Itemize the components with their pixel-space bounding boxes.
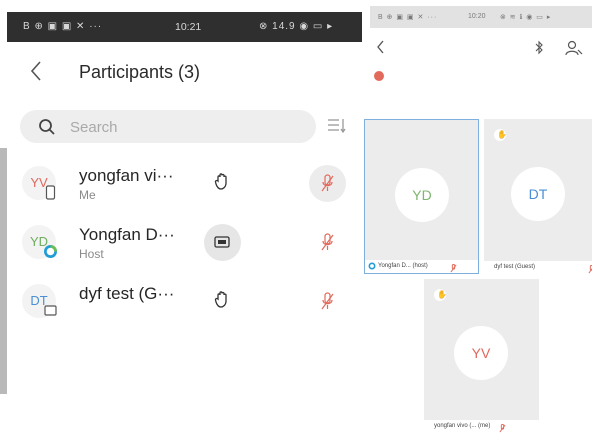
tile-name: yongfan vivo (... (me) [434, 423, 491, 429]
screenshot-stage: B ⊕ ▣ ▣ ✕ ··· 10:21 ⊗ 14.9 ◉ ▭ ▸ Partici… [0, 0, 592, 433]
recording-indicator-icon [374, 71, 384, 81]
status-bar: B ⊕ ▣ ▣ ✕ ··· 10:20 ⊗ ≋ ℹ ◉ ▭ ▸ [370, 6, 592, 28]
status-right-icons: ⊗ 14.9 ◉ ▭ ▸ [259, 21, 334, 32]
raised-hand-icon [214, 290, 230, 308]
page-title: Participants (3) [79, 62, 201, 82]
avatar: YD [395, 168, 449, 222]
webex-icon [43, 244, 58, 259]
raised-hand-icon: ✋ [494, 129, 507, 141]
bluetooth-icon[interactable] [534, 40, 544, 55]
screen-icon [43, 303, 58, 318]
participant-row[interactable]: YD Yongfan D··· Host [7, 212, 362, 272]
avatar: YV [454, 326, 508, 380]
background-edge [0, 148, 7, 394]
video-tile[interactable]: YD Yongfan D... (host) [364, 119, 479, 274]
search-input[interactable] [70, 117, 300, 137]
mic-muted-icon [321, 292, 334, 310]
tile-caption: yongfan vivo (... (me) [424, 420, 539, 433]
mic-muted-icon [450, 264, 457, 273]
status-left-icons: B ⊕ ▣ ▣ ✕ ··· [378, 14, 438, 21]
mute-toggle-button[interactable] [309, 165, 346, 202]
video-tile[interactable]: ✋ YV yongfan vivo (... (me) [424, 279, 539, 433]
mic-muted-icon [321, 233, 334, 251]
mic-muted-icon [499, 424, 506, 433]
status-right-icons: ⊗ ≋ ℹ ◉ ▭ ▸ [500, 14, 552, 21]
mic-muted-icon [321, 174, 334, 192]
search-bar[interactable] [20, 110, 316, 143]
raised-hand-icon: ✋ [434, 289, 447, 301]
search-icon [39, 119, 55, 135]
webex-icon [368, 262, 376, 270]
status-left-icons: B ⊕ ▣ ▣ ✕ ··· [23, 21, 103, 32]
participants-icon[interactable] [565, 40, 583, 56]
phone-icon [43, 185, 58, 200]
participant-name: Yongfan D··· [79, 225, 175, 244]
video-tile[interactable]: ✋ DT dyf test (Guest) [484, 119, 592, 274]
mute-toggle-button[interactable] [309, 224, 346, 261]
title-bar: Participants (3) [7, 42, 362, 100]
video-grid-screen: B ⊕ ▣ ▣ ✕ ··· 10:20 ⊗ ≋ ℹ ◉ ▭ ▸ YD Yongf… [362, 0, 592, 433]
participant-row[interactable]: YV yongfan vi··· Me [7, 153, 362, 213]
tile-caption: Yongfan D... (host) [365, 260, 478, 273]
back-arrow-icon[interactable] [376, 40, 385, 54]
participant-role: Host [79, 247, 104, 261]
participant-name: yongfan vi··· [79, 166, 174, 185]
participant-role: Me [79, 188, 96, 202]
mic-muted-icon [588, 265, 592, 274]
back-arrow-icon[interactable] [29, 60, 43, 82]
participant-name: dyf test (G··· [79, 284, 175, 303]
mute-toggle-button[interactable] [309, 283, 346, 320]
status-bar: B ⊕ ▣ ▣ ✕ ··· 10:21 ⊗ 14.9 ◉ ▭ ▸ [7, 12, 362, 42]
tile-name: Yongfan D... (host) [378, 263, 428, 269]
participant-row[interactable]: DT dyf test (G··· [7, 271, 362, 331]
raised-hand-icon [214, 172, 230, 190]
avatar: DT [511, 167, 565, 221]
tile-caption: dyf test (Guest) [484, 261, 592, 274]
participants-screen: B ⊕ ▣ ▣ ✕ ··· 10:21 ⊗ 14.9 ◉ ▭ ▸ Partici… [0, 0, 362, 433]
screen-share-icon [214, 236, 230, 248]
tile-name: dyf test (Guest) [494, 264, 536, 270]
status-time: 10:21 [175, 21, 202, 33]
screen-share-button[interactable] [204, 224, 241, 261]
sort-list-icon[interactable] [326, 116, 346, 136]
status-time: 10:20 [468, 13, 486, 20]
